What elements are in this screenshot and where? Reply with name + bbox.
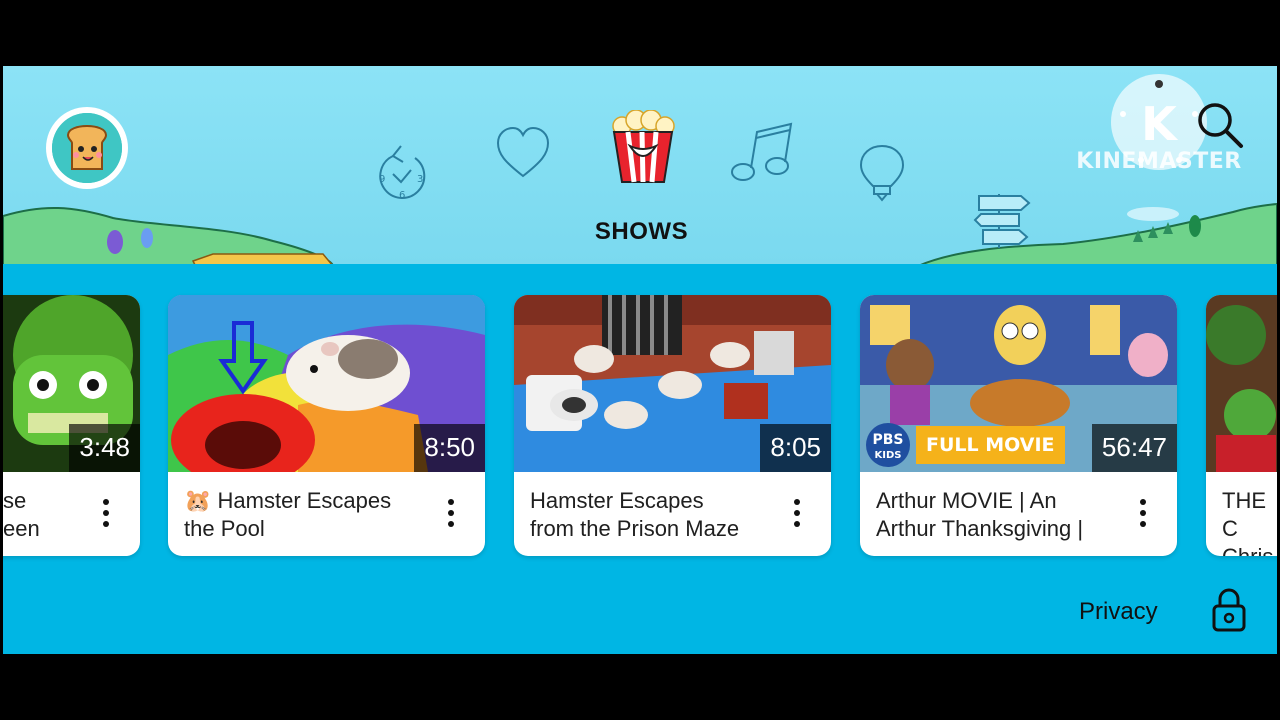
video-card[interactable]: 3:48 se een — [3, 295, 140, 556]
music-note-icon[interactable] — [729, 122, 795, 184]
clock-digit-6: 6 — [399, 190, 405, 201]
full-movie-badge: PBS KIDS FULL MOVIE — [860, 422, 1065, 468]
video-thumbnail: 3:48 — [3, 295, 140, 472]
pbs-logo-bottom: KIDS — [875, 450, 902, 461]
video-thumbnail: 8:50 — [168, 295, 485, 472]
video-thumbnail: PBS KIDS FULL MOVIE 56:47 — [860, 295, 1177, 472]
privacy-link[interactable]: Privacy — [1079, 598, 1158, 626]
video-title: Hamster Escapes from the Prison Maze — [530, 488, 740, 541]
more-options-icon[interactable] — [1137, 499, 1149, 531]
video-title: THE C Chris — [1222, 488, 1273, 556]
video-duration: 56:47 — [1091, 424, 1177, 472]
video-duration: 8:50 — [414, 424, 485, 472]
header-sky: 9 3 6 SHOWS K KINEMASTER — [3, 66, 1277, 271]
heart-icon[interactable] — [495, 126, 551, 182]
video-thumbnail: 8:05 — [514, 295, 831, 472]
active-section-label: SHOWS — [594, 218, 689, 245]
video-card[interactable]: 8:05 Hamster Escapes from the Prison Maz… — [514, 295, 831, 556]
video-title: Arthur MOVIE | An Arthur Thanksgiving | — [876, 488, 1084, 541]
video-title: se een — [3, 488, 40, 541]
more-options-icon[interactable] — [791, 499, 803, 531]
video-title: 🐹 Hamster Escapes the Pool — [184, 487, 424, 543]
hamster-emoji-icon: 🐹 — [184, 488, 212, 513]
toast-avatar-icon — [52, 113, 122, 183]
clock-digit-9: 9 — [379, 174, 385, 185]
video-thumbnail — [1206, 295, 1277, 472]
video-card[interactable]: THE C Chris — [1206, 295, 1277, 556]
more-options-icon[interactable] — [100, 499, 112, 531]
pbs-logo-top: PBS — [872, 432, 903, 448]
watermark-text: KINEMASTER — [1076, 149, 1242, 174]
lock-icon[interactable] — [1211, 588, 1247, 632]
lightbulb-icon[interactable] — [859, 144, 905, 202]
youtube-kids-app: 9 3 6 SHOWS K KINEMASTER 3:48 se een 8:5… — [3, 66, 1277, 654]
video-title-text: Hamster Escapes the Pool — [184, 488, 392, 541]
video-duration: 3:48 — [69, 424, 140, 472]
full-movie-label: FULL MOVIE — [916, 426, 1065, 464]
video-card[interactable]: 8:50 🐹 Hamster Escapes the Pool — [168, 295, 485, 556]
popcorn-icon[interactable] — [608, 109, 678, 184]
video-card[interactable]: PBS KIDS FULL MOVIE 56:47 Arthur MOVIE |… — [860, 295, 1177, 556]
pbs-kids-logo-icon: PBS KIDS — [866, 423, 910, 467]
profile-avatar[interactable] — [46, 107, 128, 189]
clock-digit-3: 3 — [417, 174, 423, 185]
video-duration: 8:05 — [760, 424, 831, 472]
more-options-icon[interactable] — [445, 499, 457, 531]
search-icon[interactable] — [1195, 100, 1245, 150]
clock-recent-icon[interactable]: 9 3 6 — [375, 142, 429, 202]
